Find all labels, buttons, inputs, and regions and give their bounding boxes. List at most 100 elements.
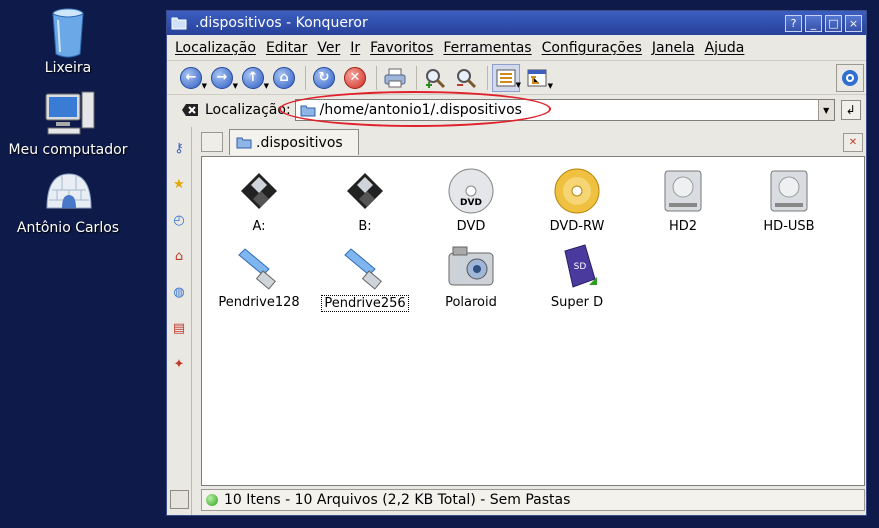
file-item[interactable]: Polaroid (418, 241, 524, 310)
menu-configuracoes[interactable]: Configurações (538, 40, 648, 56)
close-button[interactable]: × (845, 14, 862, 32)
icon-view-icon (496, 69, 516, 86)
floppy-icon (233, 165, 285, 217)
file-label: Super D (550, 295, 604, 310)
go-button[interactable]: ↲ (840, 100, 861, 120)
file-item[interactable]: SD Super D (524, 241, 630, 310)
back-button[interactable]: ← ▼ (177, 64, 207, 92)
reload-button[interactable]: ↻ (310, 64, 338, 92)
sidebar-home-button[interactable]: ⌂ (167, 241, 191, 271)
file-view: A: B: DVD DVD DVD-RW HD2 HD-USB Pendrive… (201, 156, 865, 486)
harddisk-icon (763, 165, 815, 217)
menu-ferramentas[interactable]: Ferramentas (439, 40, 537, 56)
toolbar-separator (487, 65, 488, 90)
stop-icon: ✕ (344, 66, 366, 89)
reload-icon: ↻ (313, 66, 335, 89)
title-bar[interactable]: .dispositivos - Konqueror ? _ □ × (167, 11, 866, 35)
menu-localizacao[interactable]: Localização (171, 40, 262, 56)
location-url: /home/antonio1/.dispositivos (319, 102, 522, 118)
sidebar-button-bar: ⚷ ★ ◴ ⌂ ◍ ▤ ✦ (167, 127, 192, 515)
file-item[interactable]: HD2 (630, 165, 736, 234)
svg-text:DVD: DVD (460, 198, 482, 208)
menu-favoritos[interactable]: Favoritos (366, 40, 439, 56)
location-label: Localização: (205, 102, 291, 118)
folder-icon (300, 105, 316, 116)
status-bar: 10 Itens - 10 Arquivos (2,2 KB Total) - … (201, 489, 865, 511)
camera-icon (445, 241, 497, 293)
sidebar-config-button[interactable] (170, 490, 189, 509)
globe-icon: ◍ (173, 284, 185, 300)
menu-ir[interactable]: Ir (346, 40, 366, 56)
sidebar-history-button[interactable]: ⚷ (167, 133, 191, 163)
file-label: A: (252, 219, 266, 234)
tab-dispositivos[interactable]: .dispositivos (229, 129, 359, 155)
tree-view-icon (527, 69, 547, 86)
tab-bar: .dispositivos ✕ (201, 129, 865, 155)
arrow-left-icon: ← (180, 66, 202, 89)
sidebar-network-button[interactable]: ◍ (167, 277, 191, 307)
desktop-icon-label: Lixeira (44, 60, 92, 76)
dvd-rw-icon (551, 165, 603, 217)
tab-label: .dispositivos (256, 134, 343, 151)
home-button[interactable]: ⌂ (270, 64, 298, 92)
clear-location-icon[interactable] (181, 103, 199, 117)
sidebar-services-button[interactable]: ▤ (167, 313, 191, 343)
pin-icon: ✦ (173, 356, 185, 372)
kde-gear-button[interactable] (836, 63, 864, 92)
computer-icon (44, 90, 95, 138)
help-button[interactable]: ? (785, 14, 802, 32)
file-item[interactable]: Pendrive128 (206, 241, 312, 310)
file-item[interactable]: DVD DVD (418, 165, 524, 234)
file-label: Pendrive128 (218, 295, 300, 310)
zoom-out-icon (457, 68, 477, 88)
sidebar-time-button[interactable]: ◴ (167, 205, 191, 235)
desktop-icon-home[interactable]: Antônio Carlos (3, 168, 133, 236)
menu-ajuda[interactable]: Ajuda (701, 40, 751, 56)
up-button[interactable]: ↑ ▼ (239, 64, 269, 92)
floppy-icon (339, 165, 391, 217)
file-item[interactable]: DVD-RW (524, 165, 630, 234)
menu-bar: Localização Editar Ver Ir Favoritos Ferr… (167, 35, 866, 61)
icon-view-button[interactable]: ▼ (492, 63, 521, 92)
gear-icon (842, 69, 858, 86)
location-input[interactable]: /home/antonio1/.dispositivos ▼ (294, 99, 835, 121)
print-button[interactable] (381, 64, 409, 92)
maximize-button[interactable]: □ (825, 14, 842, 32)
key-icon: ⚷ (174, 140, 184, 156)
chevron-down-icon[interactable]: ▼ (817, 100, 834, 120)
dvd-icon: DVD (445, 165, 497, 217)
file-label: B: (358, 219, 372, 234)
file-label: DVD-RW (549, 219, 605, 234)
konqueror-window: .dispositivos - Konqueror ? _ □ × Locali… (166, 10, 867, 516)
close-icon: ✕ (848, 137, 858, 148)
sidebar-pin-button[interactable]: ✦ (167, 349, 191, 379)
file-item[interactable]: B: (312, 165, 418, 234)
file-item[interactable]: Pendrive256 (312, 241, 418, 312)
file-label: Polaroid (445, 295, 497, 310)
desktop-icon-trash[interactable]: Lixeira (3, 8, 133, 76)
menu-janela[interactable]: Janela (648, 40, 701, 56)
file-label: HD-USB (763, 219, 815, 234)
menu-editar[interactable]: Editar (262, 40, 313, 56)
forward-button[interactable]: → ▼ (208, 64, 238, 92)
toolbar-separator (416, 65, 417, 90)
tree-view-button[interactable]: ▼ (523, 64, 553, 92)
zoom-out-button[interactable] (452, 64, 480, 92)
desktop-icon-computer[interactable]: Meu computador (3, 90, 133, 158)
minimize-button[interactable]: _ (805, 14, 822, 32)
file-item[interactable]: A: (206, 165, 312, 234)
usb-pendrive-icon (233, 241, 285, 293)
file-item[interactable]: HD-USB (736, 165, 842, 234)
new-tab-button[interactable] (201, 132, 223, 152)
menu-ver[interactable]: Ver (313, 40, 346, 56)
folder-icon (236, 137, 252, 149)
close-tab-button[interactable]: ✕ (843, 133, 863, 152)
harddisk-icon (657, 165, 709, 217)
star-icon: ★ (173, 176, 185, 192)
usb-pendrive-icon (339, 241, 391, 293)
trash-icon (44, 8, 92, 58)
zoom-in-button[interactable] (421, 64, 449, 92)
stop-button[interactable]: ✕ (341, 64, 369, 92)
clock-icon: ◴ (173, 212, 185, 228)
sidebar-bookmarks-button[interactable]: ★ (167, 169, 191, 199)
